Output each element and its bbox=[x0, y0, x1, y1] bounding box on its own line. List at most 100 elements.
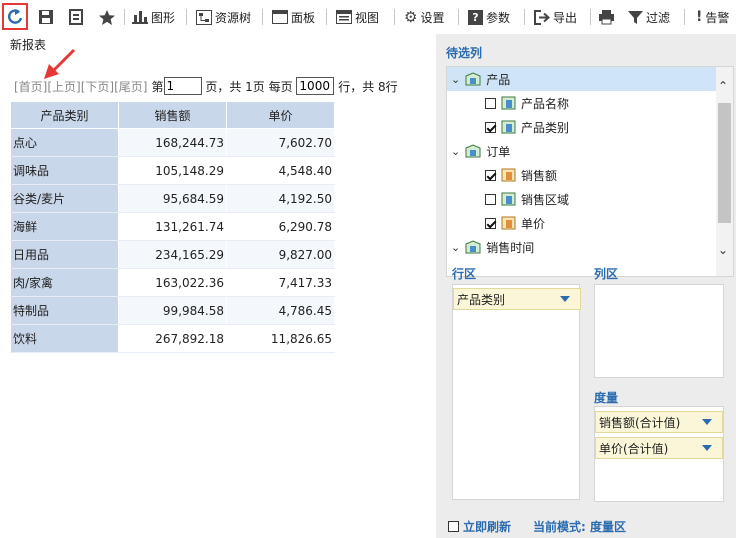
field-checkbox[interactable] bbox=[485, 169, 496, 181]
chevron-up-icon[interactable]: ⌃ bbox=[718, 79, 728, 93]
star-icon bbox=[99, 9, 115, 25]
exclamation-icon: ! bbox=[696, 9, 703, 25]
pager: [首页] [上页] [下页] [尾页] 第 页，共 1页 每页 行，共 8行 bbox=[14, 76, 398, 96]
measure-dropzone[interactable]: 销售额(合计值) 单价(合计值) bbox=[594, 406, 724, 502]
tree-node-order[interactable]: ⌄ 订单 bbox=[447, 139, 510, 163]
tree-node-unit-price[interactable]: 单价 bbox=[447, 211, 545, 235]
dimension-field-icon bbox=[501, 96, 516, 110]
panel-button[interactable]: 面板 bbox=[272, 8, 315, 26]
last-page-link[interactable]: [尾页] bbox=[114, 78, 147, 95]
tree-node-product[interactable]: ⌄ 产品 bbox=[447, 67, 717, 91]
settings-button[interactable]: ⚙ 设置 bbox=[404, 8, 444, 26]
field-panel: 待选列 ⌄ 产品 产品名称 产品类别 ⌄ 订单 销售额 销售区域 单价 ⌄ 销售… bbox=[436, 34, 736, 538]
settings-label: 设置 bbox=[420, 10, 445, 25]
tree-node-label: 销售额 bbox=[521, 168, 558, 183]
table-cell: 234,165.29 bbox=[118, 240, 227, 269]
table-row: 海鲜 131,261.74 6,290.78 bbox=[10, 212, 335, 241]
table-cell: 饮料 bbox=[10, 324, 119, 353]
table-cell: 6,290.78 bbox=[226, 212, 335, 241]
page-info: 页，共 1页 每页 bbox=[201, 79, 297, 94]
filter-button[interactable]: 过滤 bbox=[628, 8, 670, 26]
resource-tree-button[interactable]: 资源树 bbox=[196, 8, 251, 26]
table-cell: 4,786.45 bbox=[226, 296, 335, 325]
row-count-info: 行，共 8行 bbox=[334, 79, 398, 94]
chevron-down-icon[interactable] bbox=[702, 445, 712, 451]
alert-button[interactable]: ! 告警 bbox=[696, 8, 729, 26]
save-as-button[interactable] bbox=[68, 8, 84, 26]
table-cell: 日用品 bbox=[10, 240, 119, 269]
table-cell: 99,984.58 bbox=[118, 296, 227, 325]
tree-node-label: 订单 bbox=[486, 144, 511, 159]
save-icon bbox=[39, 10, 53, 24]
auto-refresh-checkbox[interactable] bbox=[448, 521, 459, 532]
params-label: 参数 bbox=[486, 10, 511, 25]
table-cell: 11,826.65 bbox=[226, 324, 335, 353]
question-icon: ? bbox=[468, 9, 483, 25]
save-button[interactable] bbox=[38, 8, 54, 26]
resource-tree-label: 资源树 bbox=[215, 10, 252, 25]
table-cell: 调味品 bbox=[10, 156, 119, 185]
field-checkbox[interactable] bbox=[485, 121, 496, 133]
table-row: 点心 168,244.73 7,602.70 bbox=[10, 128, 335, 157]
chevron-down-icon: ⌄ bbox=[451, 144, 461, 158]
chevron-down-icon[interactable]: ⌄ bbox=[718, 243, 728, 257]
table-cell: 海鲜 bbox=[10, 212, 119, 241]
field-checkbox[interactable] bbox=[485, 97, 496, 109]
column-area-dropzone[interactable] bbox=[594, 284, 724, 378]
chevron-down-icon: ⌄ bbox=[451, 72, 461, 86]
page-prefix: 第 bbox=[151, 79, 164, 94]
tree-scrollbar[interactable]: ⌃ ⌄ bbox=[716, 67, 733, 276]
table-cell: 谷类/麦片 bbox=[10, 184, 119, 213]
next-page-link[interactable]: [下页] bbox=[81, 78, 114, 95]
resource-tree-icon bbox=[196, 9, 212, 25]
chevron-down-icon[interactable] bbox=[702, 419, 712, 425]
row-area-dropzone[interactable]: 产品类别 bbox=[452, 284, 581, 500]
table-row: 特制品 99,984.58 4,786.45 bbox=[10, 296, 335, 325]
chevron-down-icon[interactable] bbox=[560, 296, 570, 302]
measure-pill[interactable]: 销售额(合计值) bbox=[595, 411, 723, 433]
tree-node-product-name[interactable]: 产品名称 bbox=[447, 91, 569, 115]
graph-button[interactable]: 图形 bbox=[132, 8, 175, 26]
scrollbar-thumb[interactable] bbox=[718, 103, 731, 223]
params-button[interactable]: ? 参数 bbox=[468, 8, 510, 26]
refresh-button[interactable] bbox=[2, 3, 28, 30]
table-cell: 163,022.36 bbox=[118, 268, 227, 297]
toolbar-divider bbox=[262, 9, 263, 25]
favorite-button[interactable] bbox=[98, 8, 116, 26]
measure-field-icon bbox=[501, 216, 516, 230]
prev-page-link[interactable]: [上页] bbox=[47, 78, 80, 95]
view-button[interactable]: 视图 bbox=[336, 8, 379, 26]
toolbar: 图形 资源树 面板 视图 ⚙ 设置 ? 参数 导出 过滤 ! 告警 bbox=[0, 0, 736, 34]
print-button[interactable] bbox=[598, 8, 615, 26]
export-button[interactable]: 导出 bbox=[534, 8, 577, 26]
table-cell: 131,261.74 bbox=[118, 212, 227, 241]
page-number-input[interactable] bbox=[163, 77, 202, 95]
row-area-title: 行区 bbox=[452, 267, 477, 281]
tree-node-label: 产品类别 bbox=[521, 120, 570, 135]
table-cell: 4,548.40 bbox=[226, 156, 335, 185]
table-cell: 点心 bbox=[10, 128, 119, 157]
export-label: 导出 bbox=[553, 10, 578, 25]
first-page-link[interactable]: [首页] bbox=[14, 78, 47, 95]
toolbar-divider bbox=[524, 9, 525, 25]
table-cell: 105,148.29 bbox=[118, 156, 227, 185]
rows-per-page-input[interactable] bbox=[296, 77, 335, 95]
report-table: 产品类别 销售额 单价 点心 168,244.73 7,602.70 调味品 105,… bbox=[10, 101, 335, 353]
tree-node-sales-region[interactable]: 销售区域 bbox=[447, 187, 569, 211]
measure-pill[interactable]: 单价(合计值) bbox=[595, 437, 723, 459]
tree-node-sales-time[interactable]: ⌄ 销售时间 bbox=[447, 235, 534, 259]
refresh-icon bbox=[7, 9, 23, 24]
save-as-icon bbox=[69, 9, 83, 25]
tree-node-sales[interactable]: 销售额 bbox=[447, 163, 557, 187]
row-field-pill[interactable]: 产品类别 bbox=[453, 288, 581, 310]
column-header[interactable]: 销售额 bbox=[118, 101, 227, 129]
dimension-group-icon bbox=[465, 144, 481, 158]
field-checkbox[interactable] bbox=[485, 217, 496, 229]
table-header-row: 产品类别 销售额 单价 bbox=[10, 101, 335, 129]
table-row: 日用品 234,165.29 9,827.00 bbox=[10, 240, 335, 269]
column-header[interactable]: 产品类别 bbox=[10, 101, 119, 129]
column-header[interactable]: 单价 bbox=[226, 101, 335, 129]
tree-node-product-category[interactable]: 产品类别 bbox=[447, 115, 569, 139]
filter-icon bbox=[628, 10, 643, 24]
field-checkbox[interactable] bbox=[485, 193, 496, 205]
